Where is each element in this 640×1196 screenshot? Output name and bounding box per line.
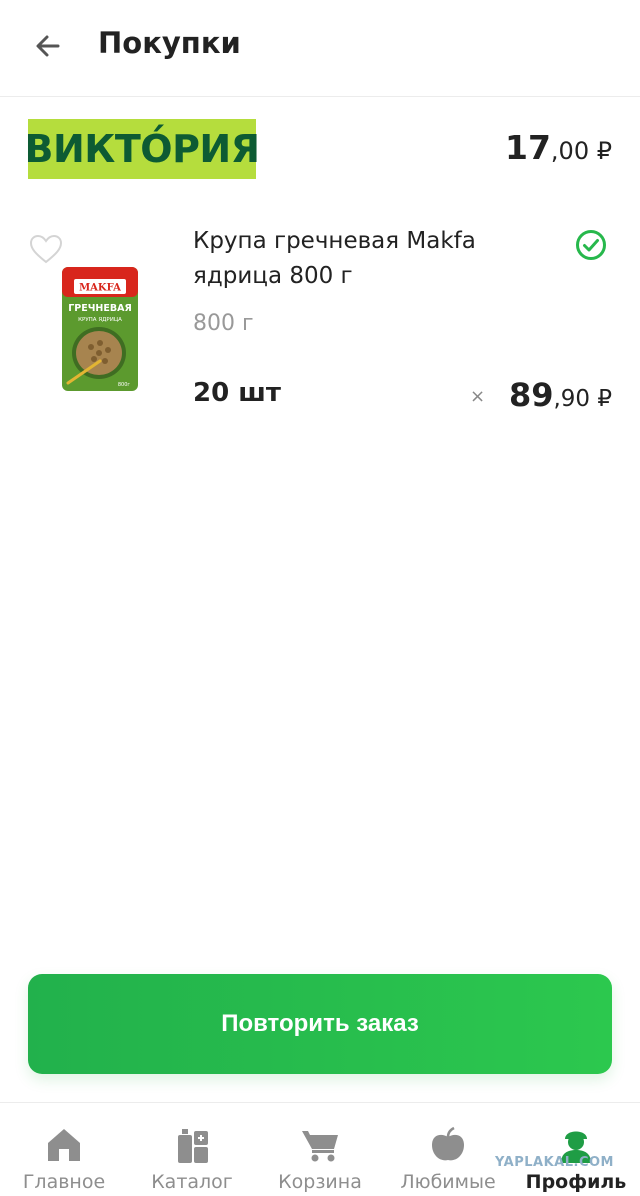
favorite-heart-icon[interactable] (28, 233, 64, 265)
store-logo: ВИКТО́РИЯ (25, 119, 260, 179)
tab-home-label: Главное (22, 1171, 106, 1193)
tab-favorites[interactable]: Любимые (384, 1103, 512, 1196)
tab-profile[interactable]: Профиль (512, 1103, 640, 1196)
tab-profile-label: Профиль (525, 1171, 627, 1193)
catalog-icon (178, 1129, 208, 1163)
check-circle-icon (576, 230, 606, 260)
tab-cart-label: Корзина (278, 1171, 362, 1193)
cart-icon (302, 1131, 338, 1162)
product-image: MAKFA ГРЕЧНЕВАЯ КРУПА ЯДРИЦА 800г (62, 267, 138, 391)
order-total-decimal: ,00 ₽ (550, 137, 612, 165)
repeat-order-button[interactable]: Повторить заказ (28, 974, 612, 1074)
product-quantity: 20 шт (193, 378, 281, 408)
watermark: YAPLAKAL.COM (495, 1155, 614, 1170)
product-price-decimal: ,90 ₽ (553, 386, 612, 412)
product-price-integer: 89 (508, 376, 554, 414)
home-icon (48, 1129, 80, 1161)
top-app-bar: Покупки (0, 0, 640, 97)
product-name[interactable]: Крупа гречневая Makfa ядрица 800 г (193, 224, 533, 294)
tab-cart[interactable]: Корзина (256, 1103, 384, 1196)
tab-favorites-label: Любимые (400, 1171, 496, 1193)
apple-icon (432, 1126, 464, 1161)
tab-catalog[interactable]: Каталог (128, 1103, 256, 1196)
back-arrow-icon[interactable] (28, 26, 72, 66)
product-weight: 800 г (193, 311, 254, 336)
store-logo-text: ВИКТО́РИЯ (24, 127, 260, 171)
multiply-sign: × (470, 386, 486, 407)
package-weight: 800г (118, 382, 131, 388)
tab-home[interactable]: Главное (0, 1103, 128, 1196)
order-total-integer: 17 (504, 128, 551, 167)
order-total: 17,00 ₽ (505, 128, 612, 167)
package-brand: MAKFA (79, 283, 121, 294)
product-price: 89,90 ₽ (509, 376, 612, 414)
tab-catalog-label: Каталог (151, 1171, 233, 1193)
package-line2: КРУПА ЯДРИЦА (78, 317, 122, 323)
page-title: Покупки (98, 26, 241, 60)
bottom-tab-bar: Главное Каталог Корзина Любимые Профиль (0, 1102, 640, 1196)
package-line1: ГРЕЧНЕВАЯ (68, 303, 132, 314)
